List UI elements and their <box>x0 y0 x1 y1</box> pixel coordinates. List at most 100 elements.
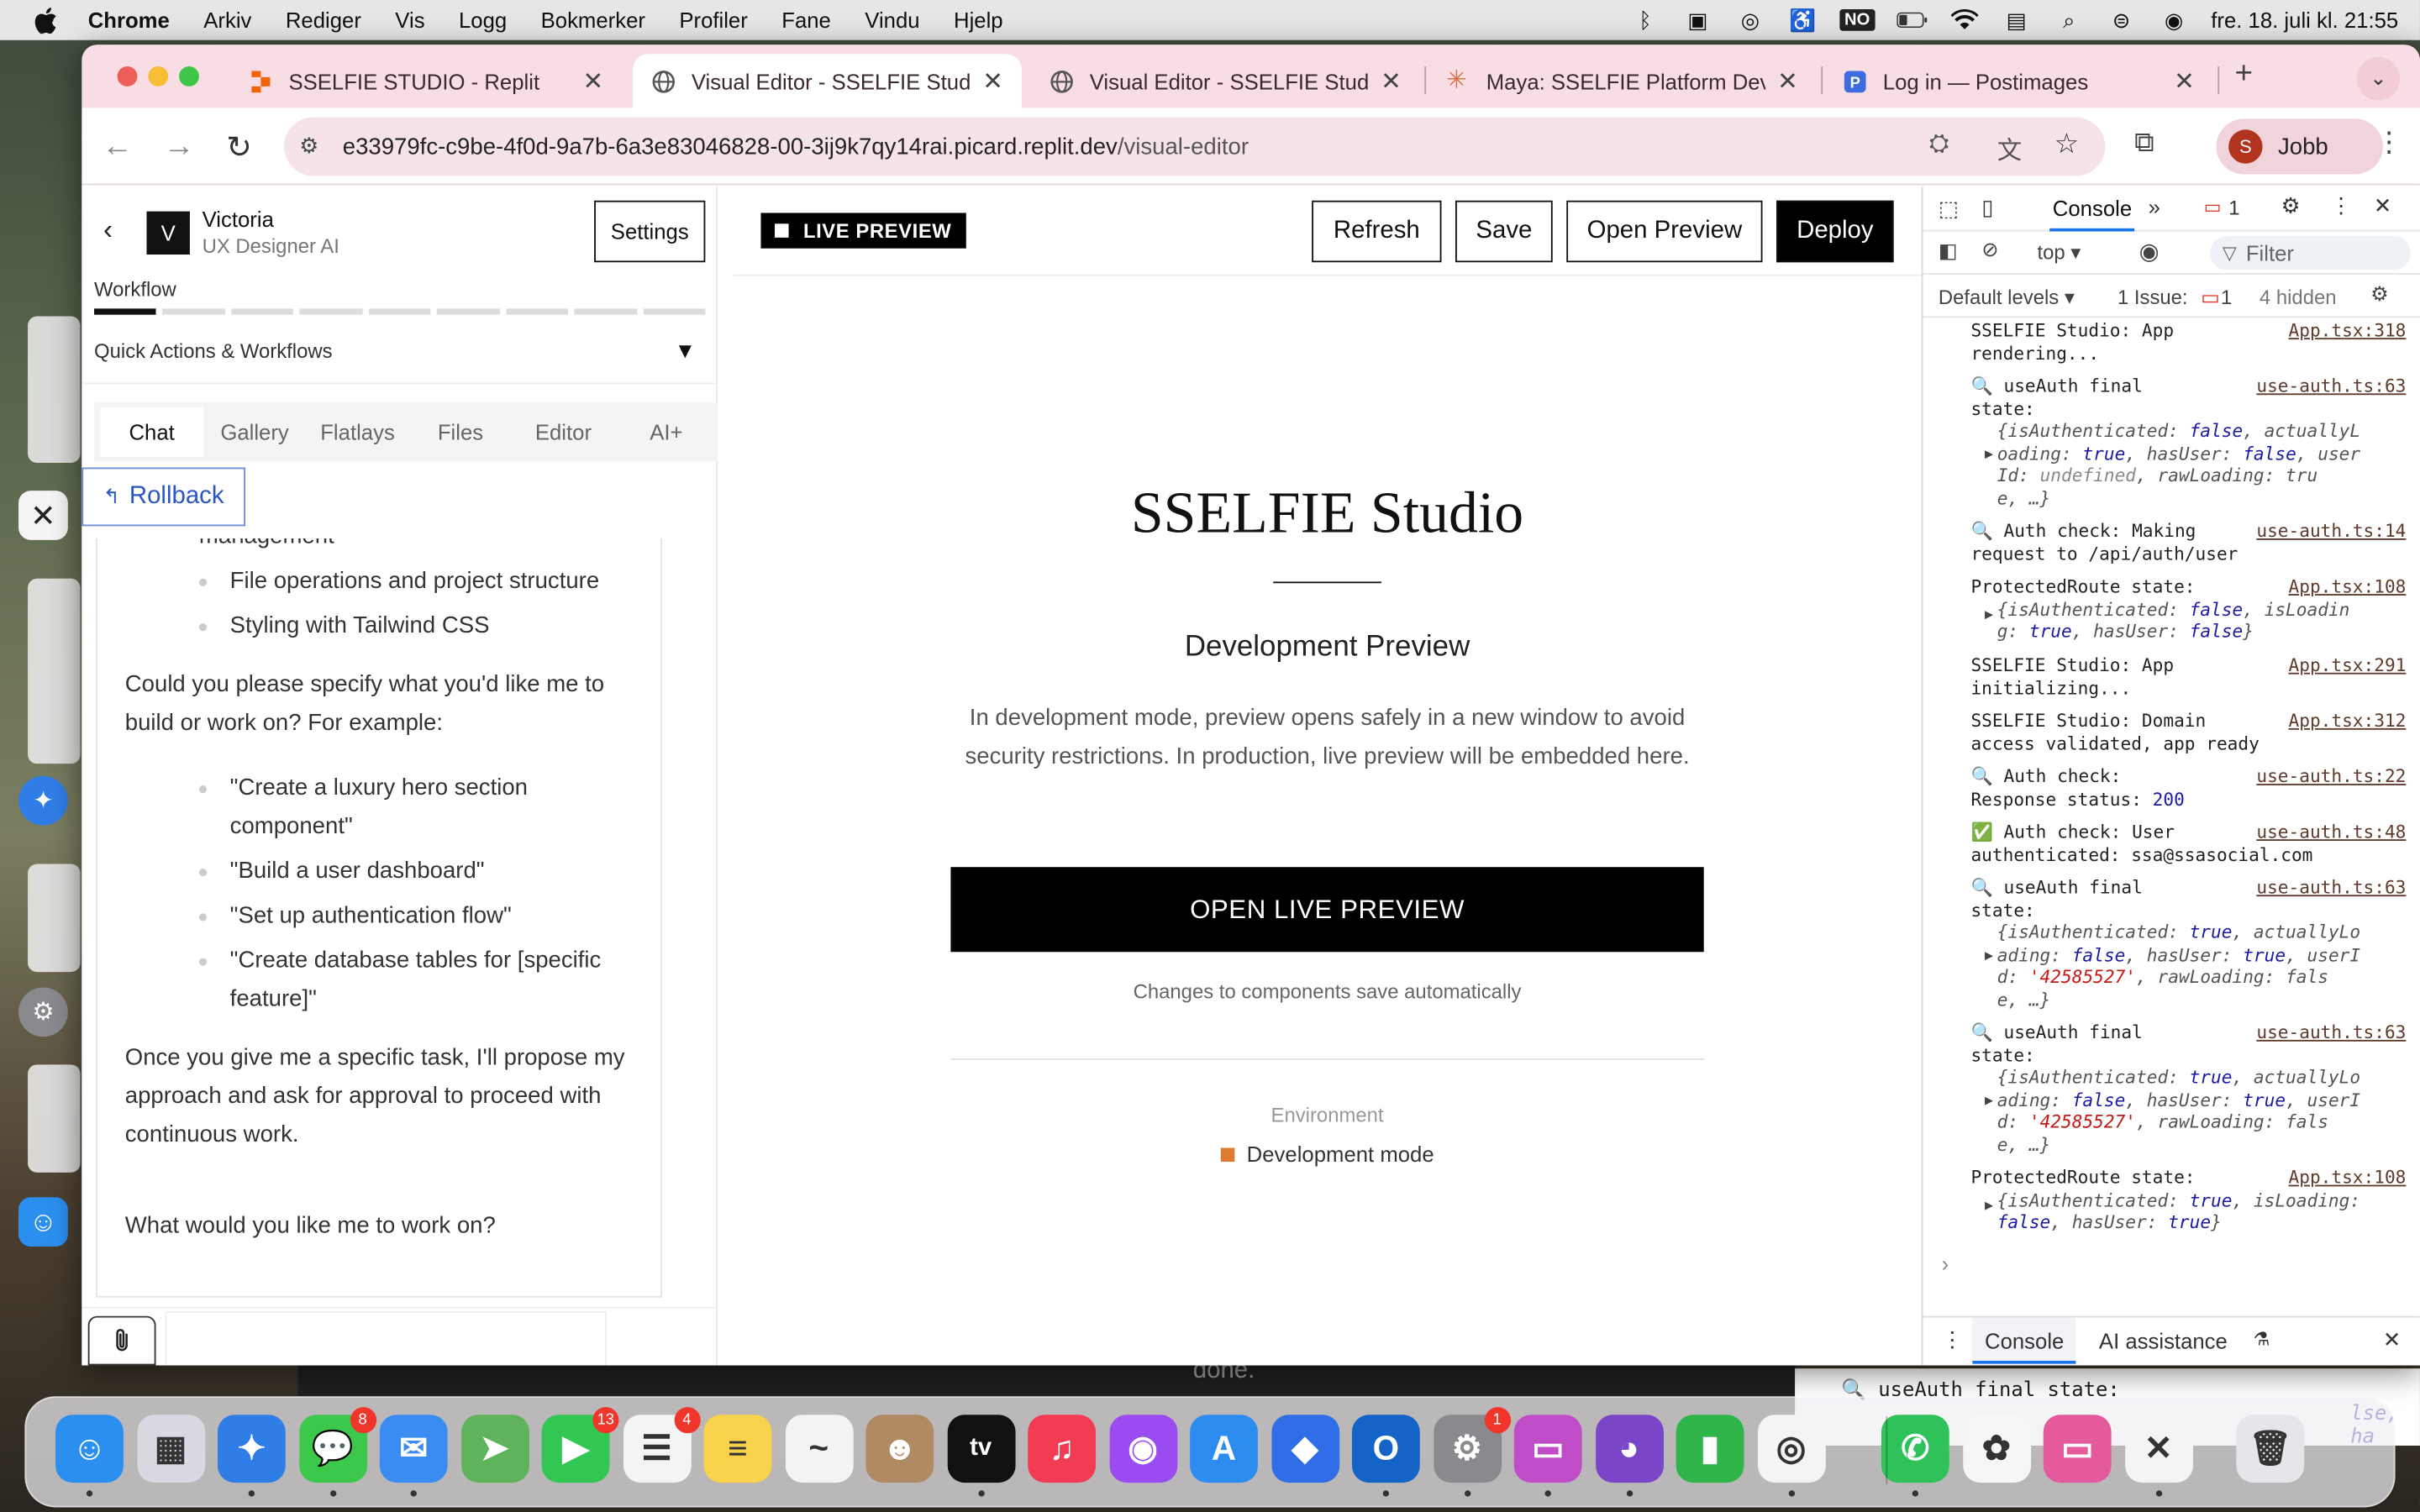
context-selector[interactable]: top ▾ <box>2037 241 2081 265</box>
display-icon[interactable]: ▤ <box>2001 7 2032 32</box>
browser-tab[interactable]: SSELFIE STUDIO - Replit ✕ <box>230 54 623 108</box>
sidebar-toggle-icon[interactable]: ◧ <box>1939 239 1958 264</box>
back-arrow-icon[interactable]: ← <box>97 127 138 167</box>
settings-stage-icon[interactable]: ⚙ <box>18 987 68 1037</box>
maps-icon[interactable]: ➤ <box>460 1415 529 1483</box>
window-minimize-button[interactable] <box>148 66 169 87</box>
menubar-item-hjelp[interactable]: Hjelp <box>954 8 1003 32</box>
tab-close-icon[interactable]: ✕ <box>2174 66 2195 97</box>
menubar-item-arkiv[interactable]: Arkiv <box>203 8 251 32</box>
inspect-element-icon[interactable]: ⬚ <box>1939 196 1959 222</box>
menubar-item-rediger[interactable]: Rediger <box>286 8 361 32</box>
menubar-item-vis[interactable]: Vis <box>395 8 424 32</box>
reload-icon[interactable]: ↻ <box>219 127 260 167</box>
tab-editor[interactable]: Editor <box>512 407 614 457</box>
expand-object-triangle-icon[interactable]: ▶ <box>1985 1195 1993 1218</box>
chat-message-area[interactable]: management File operations and project s… <box>95 538 662 1298</box>
devtools-settings-gear-icon[interactable]: ⚙ <box>2281 193 2301 219</box>
console-source-link[interactable]: use-auth.ts:22 <box>2256 765 2406 788</box>
stage-window-thumbnail[interactable] <box>28 578 81 764</box>
site-settings-icon[interactable]: ⚙ <box>299 133 318 159</box>
live-expression-eye-icon[interactable]: ◉ <box>2139 238 2160 265</box>
chrome-status-icon[interactable]: ◎ <box>1735 7 1766 32</box>
console-source-link[interactable]: use-auth.ts:63 <box>2256 375 2406 397</box>
console-source-link[interactable]: use-auth.ts:14 <box>2256 520 2406 543</box>
log-levels-dropdown[interactable]: Default levels ▾ <box>1939 286 2075 310</box>
console-source-link[interactable]: App.tsx:318 <box>2289 319 2407 342</box>
quick-actions-toggle[interactable]: Quick Actions & Workflows ▼ <box>82 323 718 385</box>
menubar-item-logg[interactable]: Logg <box>459 8 507 32</box>
outlook-icon[interactable]: O <box>1351 1415 1420 1497</box>
replit-dock-icon[interactable]: ◆ <box>1270 1415 1339 1483</box>
omnibox[interactable]: ⚙ e33979fc-c9be-4f0d-9a7b-6a3e83046828-0… <box>283 117 2106 176</box>
window-zoom-button[interactable] <box>179 66 199 87</box>
menubar-item-profiler[interactable]: Profiler <box>679 8 747 32</box>
finder-icon[interactable]: ☺ <box>55 1415 124 1497</box>
tab-search-chevron-icon[interactable]: ⌄ <box>2356 56 2401 101</box>
accessibility-icon[interactable]: ♿ <box>1787 7 1818 32</box>
safari-stage-icon[interactable]: ✦ <box>18 775 68 826</box>
browser-tab[interactable]: Visual Editor - SSELFIE Studio ✕ <box>1031 54 1420 108</box>
chrome-menu-kebab-icon[interactable]: ⋮ <box>2375 127 2403 160</box>
console-prompt-caret-icon[interactable]: › <box>1942 1252 1949 1276</box>
sselfie-stage-icon[interactable]: ✕ <box>18 491 68 540</box>
stage-window-thumbnail[interactable] <box>28 864 81 973</box>
expand-triangle-icon[interactable]: ▼ <box>675 338 696 362</box>
tab-close-icon[interactable]: ✕ <box>1381 66 1402 97</box>
launchpad-icon[interactable]: ▦ <box>136 1415 205 1483</box>
expand-object-triangle-icon[interactable]: ▶ <box>1985 444 1993 467</box>
menubar-clock[interactable]: fre. 18. juli kl. 21:55 <box>2211 8 2398 32</box>
bookmark-star-icon[interactable]: ☆ <box>2054 128 2080 160</box>
tab-close-icon[interactable]: ✕ <box>982 66 1003 97</box>
save-button[interactable]: Save <box>1455 200 1553 263</box>
chat-message-input[interactable] <box>165 1311 607 1366</box>
extensions-puzzle-icon[interactable]: ⧉ <box>2134 127 2154 160</box>
podcasts-icon[interactable]: ◉ <box>1108 1415 1177 1483</box>
messages-icon[interactable]: 💬 8 <box>298 1407 376 1497</box>
deploy-button[interactable]: Deploy <box>1776 200 1894 263</box>
apple-tv-icon[interactable]: tv <box>946 1415 1015 1497</box>
music-icon[interactable]: ♫ <box>1028 1415 1097 1483</box>
console-source-link[interactable]: use-auth.ts:63 <box>2256 876 2406 899</box>
freeform-icon[interactable]: ~ <box>784 1415 853 1483</box>
drawer-menu-kebab-icon[interactable]: ⋮ <box>1942 1327 1964 1353</box>
devtools-close-icon[interactable]: ✕ <box>2374 193 2392 219</box>
devtools-kebab-icon[interactable]: ⋮ <box>2330 193 2352 219</box>
tracking-protection-icon[interactable]: ⛭ <box>1929 131 1949 159</box>
console-settings-gear-icon[interactable]: ⚙ <box>2370 282 2388 307</box>
expand-object-triangle-icon[interactable]: ▶ <box>1985 946 1993 969</box>
app-store-icon[interactable]: A <box>1190 1415 1258 1483</box>
messages-icon[interactable]: ▭ <box>2204 196 2222 218</box>
numbers-icon[interactable]: ▮ <box>1676 1415 1744 1483</box>
stage-window-thumbnail[interactable] <box>28 1064 81 1173</box>
console-source-link[interactable]: use-auth.ts:48 <box>2256 821 2406 843</box>
attach-paperclip-icon[interactable] <box>87 1315 156 1366</box>
finder-stage-icon[interactable]: ☺ <box>18 1197 68 1247</box>
spotlight-search-icon[interactable]: ⌕ <box>2054 7 2085 32</box>
drawer-tab-console[interactable]: Console <box>1972 1317 2077 1364</box>
chrome-icon[interactable]: ◎ <box>1757 1415 1825 1497</box>
expand-object-triangle-icon[interactable]: ▶ <box>1985 1090 1993 1113</box>
forward-arrow-icon[interactable]: → <box>159 127 199 167</box>
github-desktop-icon[interactable]: ◕ <box>1595 1415 1664 1497</box>
expand-object-triangle-icon[interactable]: ▶ <box>1985 605 1993 627</box>
whatsapp-icon[interactable]: ✆ <box>1881 1415 1949 1497</box>
clear-console-icon[interactable]: ⊘ <box>1981 238 1998 262</box>
apple-icon[interactable] <box>34 7 57 34</box>
input-source-indicator[interactable]: NO <box>1839 9 1875 31</box>
window-close-button[interactable] <box>117 66 138 87</box>
photos-icon[interactable]: ✿ <box>1962 1415 2031 1483</box>
settings-button[interactable]: Settings <box>594 200 706 263</box>
mail-icon[interactable]: ✉ <box>379 1415 448 1497</box>
stage-window-thumbnail[interactable] <box>28 316 81 464</box>
bluetooth-icon[interactable]: ᛒ <box>1630 8 1661 32</box>
console-source-link[interactable]: App.tsx:108 <box>2289 575 2407 598</box>
tab-close-icon[interactable]: ✕ <box>583 66 604 97</box>
drawer-close-icon[interactable]: ✕ <box>2383 1327 2402 1353</box>
console-filter-input[interactable]: ▽ Filter <box>2210 236 2411 270</box>
issues-label[interactable]: 1 Issue: <box>2118 286 2188 309</box>
devtools-tab-console[interactable]: Console <box>2049 186 2135 232</box>
tab-ai-plus[interactable]: AI+ <box>615 407 718 457</box>
back-chevron-icon[interactable]: ‹ <box>103 214 113 247</box>
console-source-link[interactable]: App.tsx:108 <box>2289 1167 2407 1189</box>
